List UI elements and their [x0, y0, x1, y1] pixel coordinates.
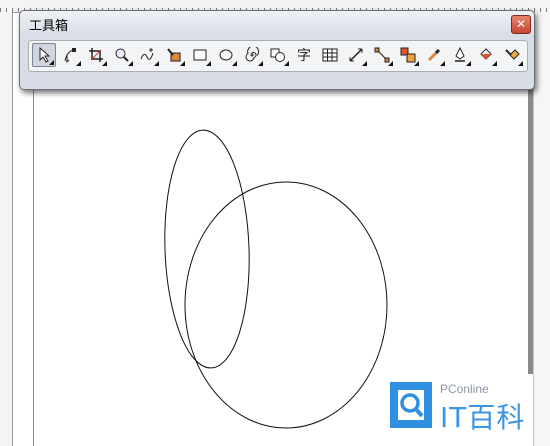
close-icon: ✕ — [515, 17, 527, 31]
smart-fill-tool-button[interactable] — [162, 43, 186, 67]
text-icon: 字 — [297, 48, 311, 64]
watermark-logo: PConline IT百科 — [388, 380, 538, 440]
eyedropper-tool-button[interactable] — [422, 43, 446, 67]
table-tool-button[interactable] — [318, 43, 342, 67]
pick-tool-button[interactable] — [32, 43, 56, 67]
close-button[interactable]: ✕ — [511, 15, 531, 34]
interactive-fill-tool-button[interactable] — [500, 43, 524, 67]
fill-tool-button[interactable] — [474, 43, 498, 67]
toolbox-titlebar[interactable]: 工具箱 ✕ — [20, 11, 534, 35]
basic-shapes-tool-button[interactable] — [266, 43, 290, 67]
connector-tool-button[interactable] — [370, 43, 394, 67]
watermark-name: IT百科 — [440, 401, 526, 434]
rectangle-tool-button[interactable] — [188, 43, 212, 67]
watermark-brand: PConline — [440, 382, 489, 396]
tall-ellipse-shape[interactable] — [161, 129, 253, 370]
zoom-tool-button[interactable] — [110, 43, 134, 67]
spiral-tool-button[interactable] — [240, 43, 264, 67]
crop-tool-button[interactable] — [84, 43, 108, 67]
shape-tool-button[interactable] — [58, 43, 82, 67]
blend-tool-button[interactable] — [396, 43, 420, 67]
pconline-badge-icon — [390, 382, 432, 428]
dimension-tool-button[interactable] — [344, 43, 368, 67]
toolbox-title: 工具箱 — [29, 19, 69, 34]
table-grid-icon — [322, 48, 338, 62]
toolbox-panel[interactable]: 工具箱 ✕ 字 — [19, 10, 535, 90]
outline-pen-tool-button[interactable] — [448, 43, 472, 67]
text-tool-button[interactable]: 字 — [292, 43, 316, 67]
freehand-tool-button[interactable] — [136, 43, 160, 67]
circle-shape[interactable] — [184, 181, 388, 429]
ellipse-tool-button[interactable] — [214, 43, 238, 67]
tool-row: 字 — [28, 40, 528, 72]
drawing-window: 工具箱 ✕ 字 PConline IT百科 — [0, 0, 550, 446]
